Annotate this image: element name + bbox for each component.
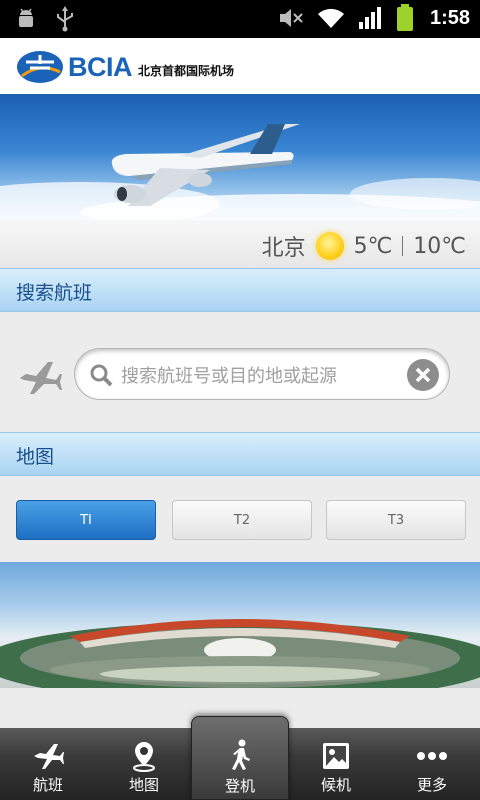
battery-icon bbox=[396, 4, 413, 31]
search-area: 搜索航班号或目的地或起源 bbox=[0, 312, 480, 432]
map-pin-icon bbox=[133, 742, 155, 772]
tab-label: 地图 bbox=[128, 776, 159, 794]
status-bar: 1:58 bbox=[0, 0, 480, 38]
logo-subtitle: 北京首都国际机场 bbox=[138, 63, 235, 78]
search-section-header: 搜索航班 bbox=[0, 268, 480, 312]
clear-icon[interactable] bbox=[407, 359, 439, 391]
airplane-banner bbox=[0, 94, 480, 220]
tab-flights[interactable]: 航班 bbox=[0, 728, 96, 800]
gallery-icon bbox=[323, 743, 349, 769]
weather-low-temp: 5℃ bbox=[353, 233, 393, 259]
tab-more[interactable]: 更多 bbox=[384, 728, 480, 800]
usb-icon bbox=[57, 6, 73, 32]
terminal-t3-button[interactable]: T3 bbox=[326, 500, 466, 540]
airplane-icon bbox=[20, 362, 62, 394]
terminal-t1-button[interactable]: TI bbox=[16, 500, 156, 540]
tab-label: 更多 bbox=[416, 776, 447, 794]
bottom-tab-bar: 航班 地图 登机 候机 更多 bbox=[0, 716, 480, 800]
logo-text: BCIA bbox=[68, 51, 133, 82]
weather-bar: 北京 5℃ 10℃ bbox=[0, 220, 480, 268]
map-section-header: 地图 bbox=[0, 432, 480, 476]
terminal-selector: TI T2 T3 bbox=[0, 476, 480, 562]
android-debug-icon bbox=[19, 8, 33, 27]
more-dots-icon bbox=[417, 752, 447, 760]
wifi-icon bbox=[317, 8, 344, 28]
airplane-icon bbox=[34, 744, 64, 769]
signal-icon bbox=[358, 7, 381, 29]
weather-divider bbox=[402, 236, 404, 256]
search-placeholder: 搜索航班号或目的地或起源 bbox=[121, 366, 337, 387]
terminal-t2-button[interactable]: T2 bbox=[172, 500, 312, 540]
tab-waiting[interactable]: 候机 bbox=[288, 728, 384, 800]
tab-boarding[interactable]: 登机 bbox=[191, 716, 289, 800]
weather-high-temp: 10℃ bbox=[413, 233, 466, 259]
app-header: BCIA 北京首都国际机场 bbox=[0, 38, 480, 94]
search-icon bbox=[90, 364, 113, 387]
airport-image bbox=[0, 562, 480, 688]
tab-label: 登机 bbox=[224, 777, 255, 795]
tab-label: 航班 bbox=[32, 776, 63, 794]
weather-city: 北京 bbox=[261, 236, 306, 261]
search-section-title: 搜索航班 bbox=[16, 282, 93, 304]
sun-icon bbox=[315, 232, 344, 260]
walking-person-icon bbox=[232, 739, 250, 770]
map-section-title: 地图 bbox=[16, 446, 55, 468]
bcia-emblem-icon bbox=[17, 51, 63, 83]
mute-icon bbox=[279, 9, 303, 27]
tab-map[interactable]: 地图 bbox=[96, 728, 192, 800]
tab-label: 候机 bbox=[320, 776, 351, 794]
flight-search-input[interactable]: 搜索航班号或目的地或起源 bbox=[74, 348, 450, 400]
bcia-logo: BCIA 北京首都国际机场 bbox=[16, 50, 244, 84]
status-time: 1:58 bbox=[429, 6, 470, 29]
